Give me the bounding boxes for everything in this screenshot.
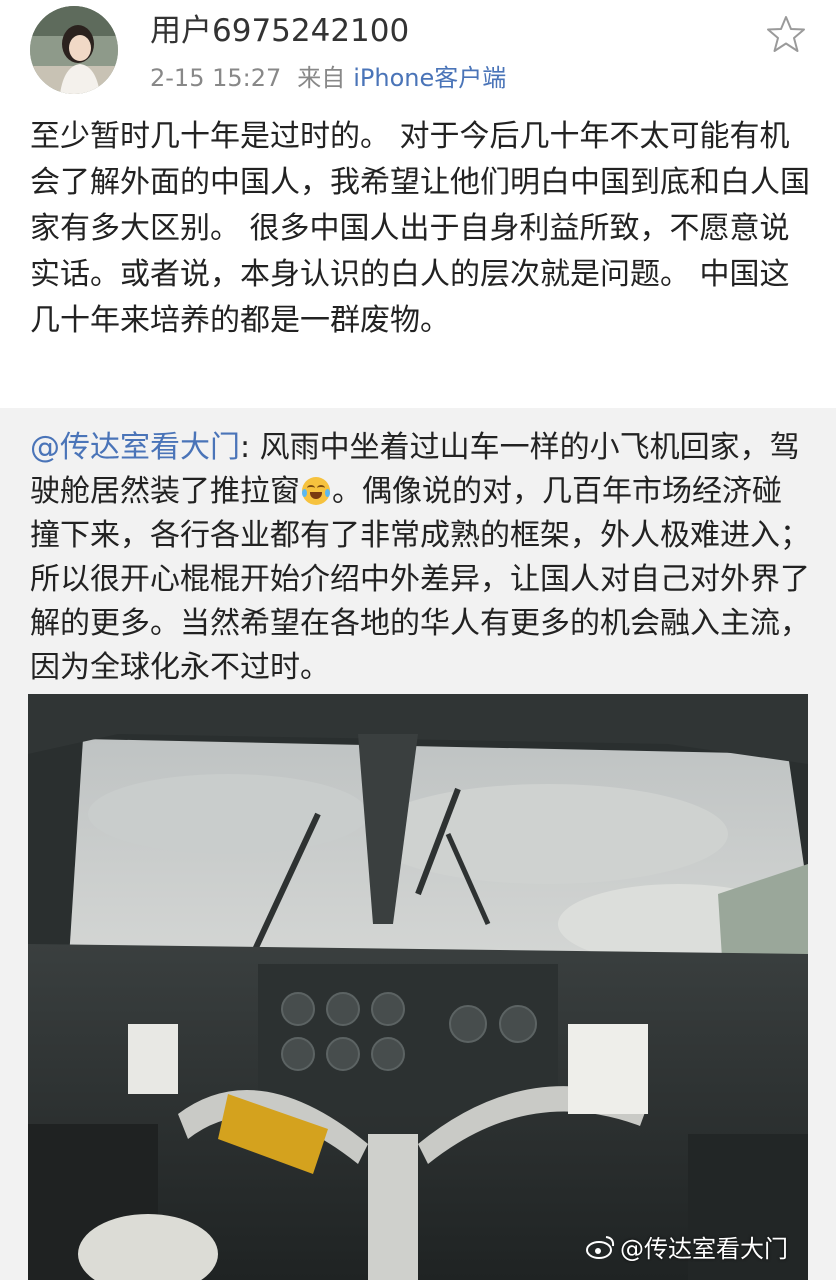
post-text: 至少暂时几十年是过时的。 对于今后几十年不太可能有机会了解外面的中国人，我希望让…	[30, 119, 810, 338]
weibo-logo-icon	[586, 1234, 616, 1260]
favorite-star-icon[interactable]	[766, 14, 806, 54]
username[interactable]: 用户6975242100	[150, 10, 409, 52]
post-header: 用户6975242100 2-15 15:27 来自 iPhone客户端	[0, 0, 836, 110]
cockpit-photo[interactable]: @传达室看大门	[28, 694, 808, 1280]
source-client-link[interactable]: iPhone客户端	[353, 64, 506, 92]
post-meta: 2-15 15:27 来自 iPhone客户端	[150, 60, 506, 96]
retweet-user-link[interactable]: @传达室看大门	[30, 430, 240, 465]
retweet-card[interactable]: @传达室看大门: 风雨中坐着过山车一样的小飞机回家，驾驶舱居然装了推拉窗 。偶像说…	[0, 408, 836, 1280]
image-watermark: @传达室看大门	[586, 1229, 788, 1264]
laugh-cry-emoji-icon	[302, 477, 330, 505]
user-avatar[interactable]	[30, 6, 118, 94]
image-watermark-text: @传达室看大门	[620, 1235, 788, 1263]
post-time: 2-15 15:27	[150, 64, 282, 92]
source-prefix: 来自	[297, 64, 346, 92]
retweet-text: @传达室看大门: 风雨中坐着过山车一样的小飞机回家，驾驶舱居然装了推拉窗 。偶像说…	[30, 426, 810, 690]
weibo-post: 用户6975242100 2-15 15:27 来自 iPhone客户端 至少暂时几…	[0, 0, 836, 1280]
